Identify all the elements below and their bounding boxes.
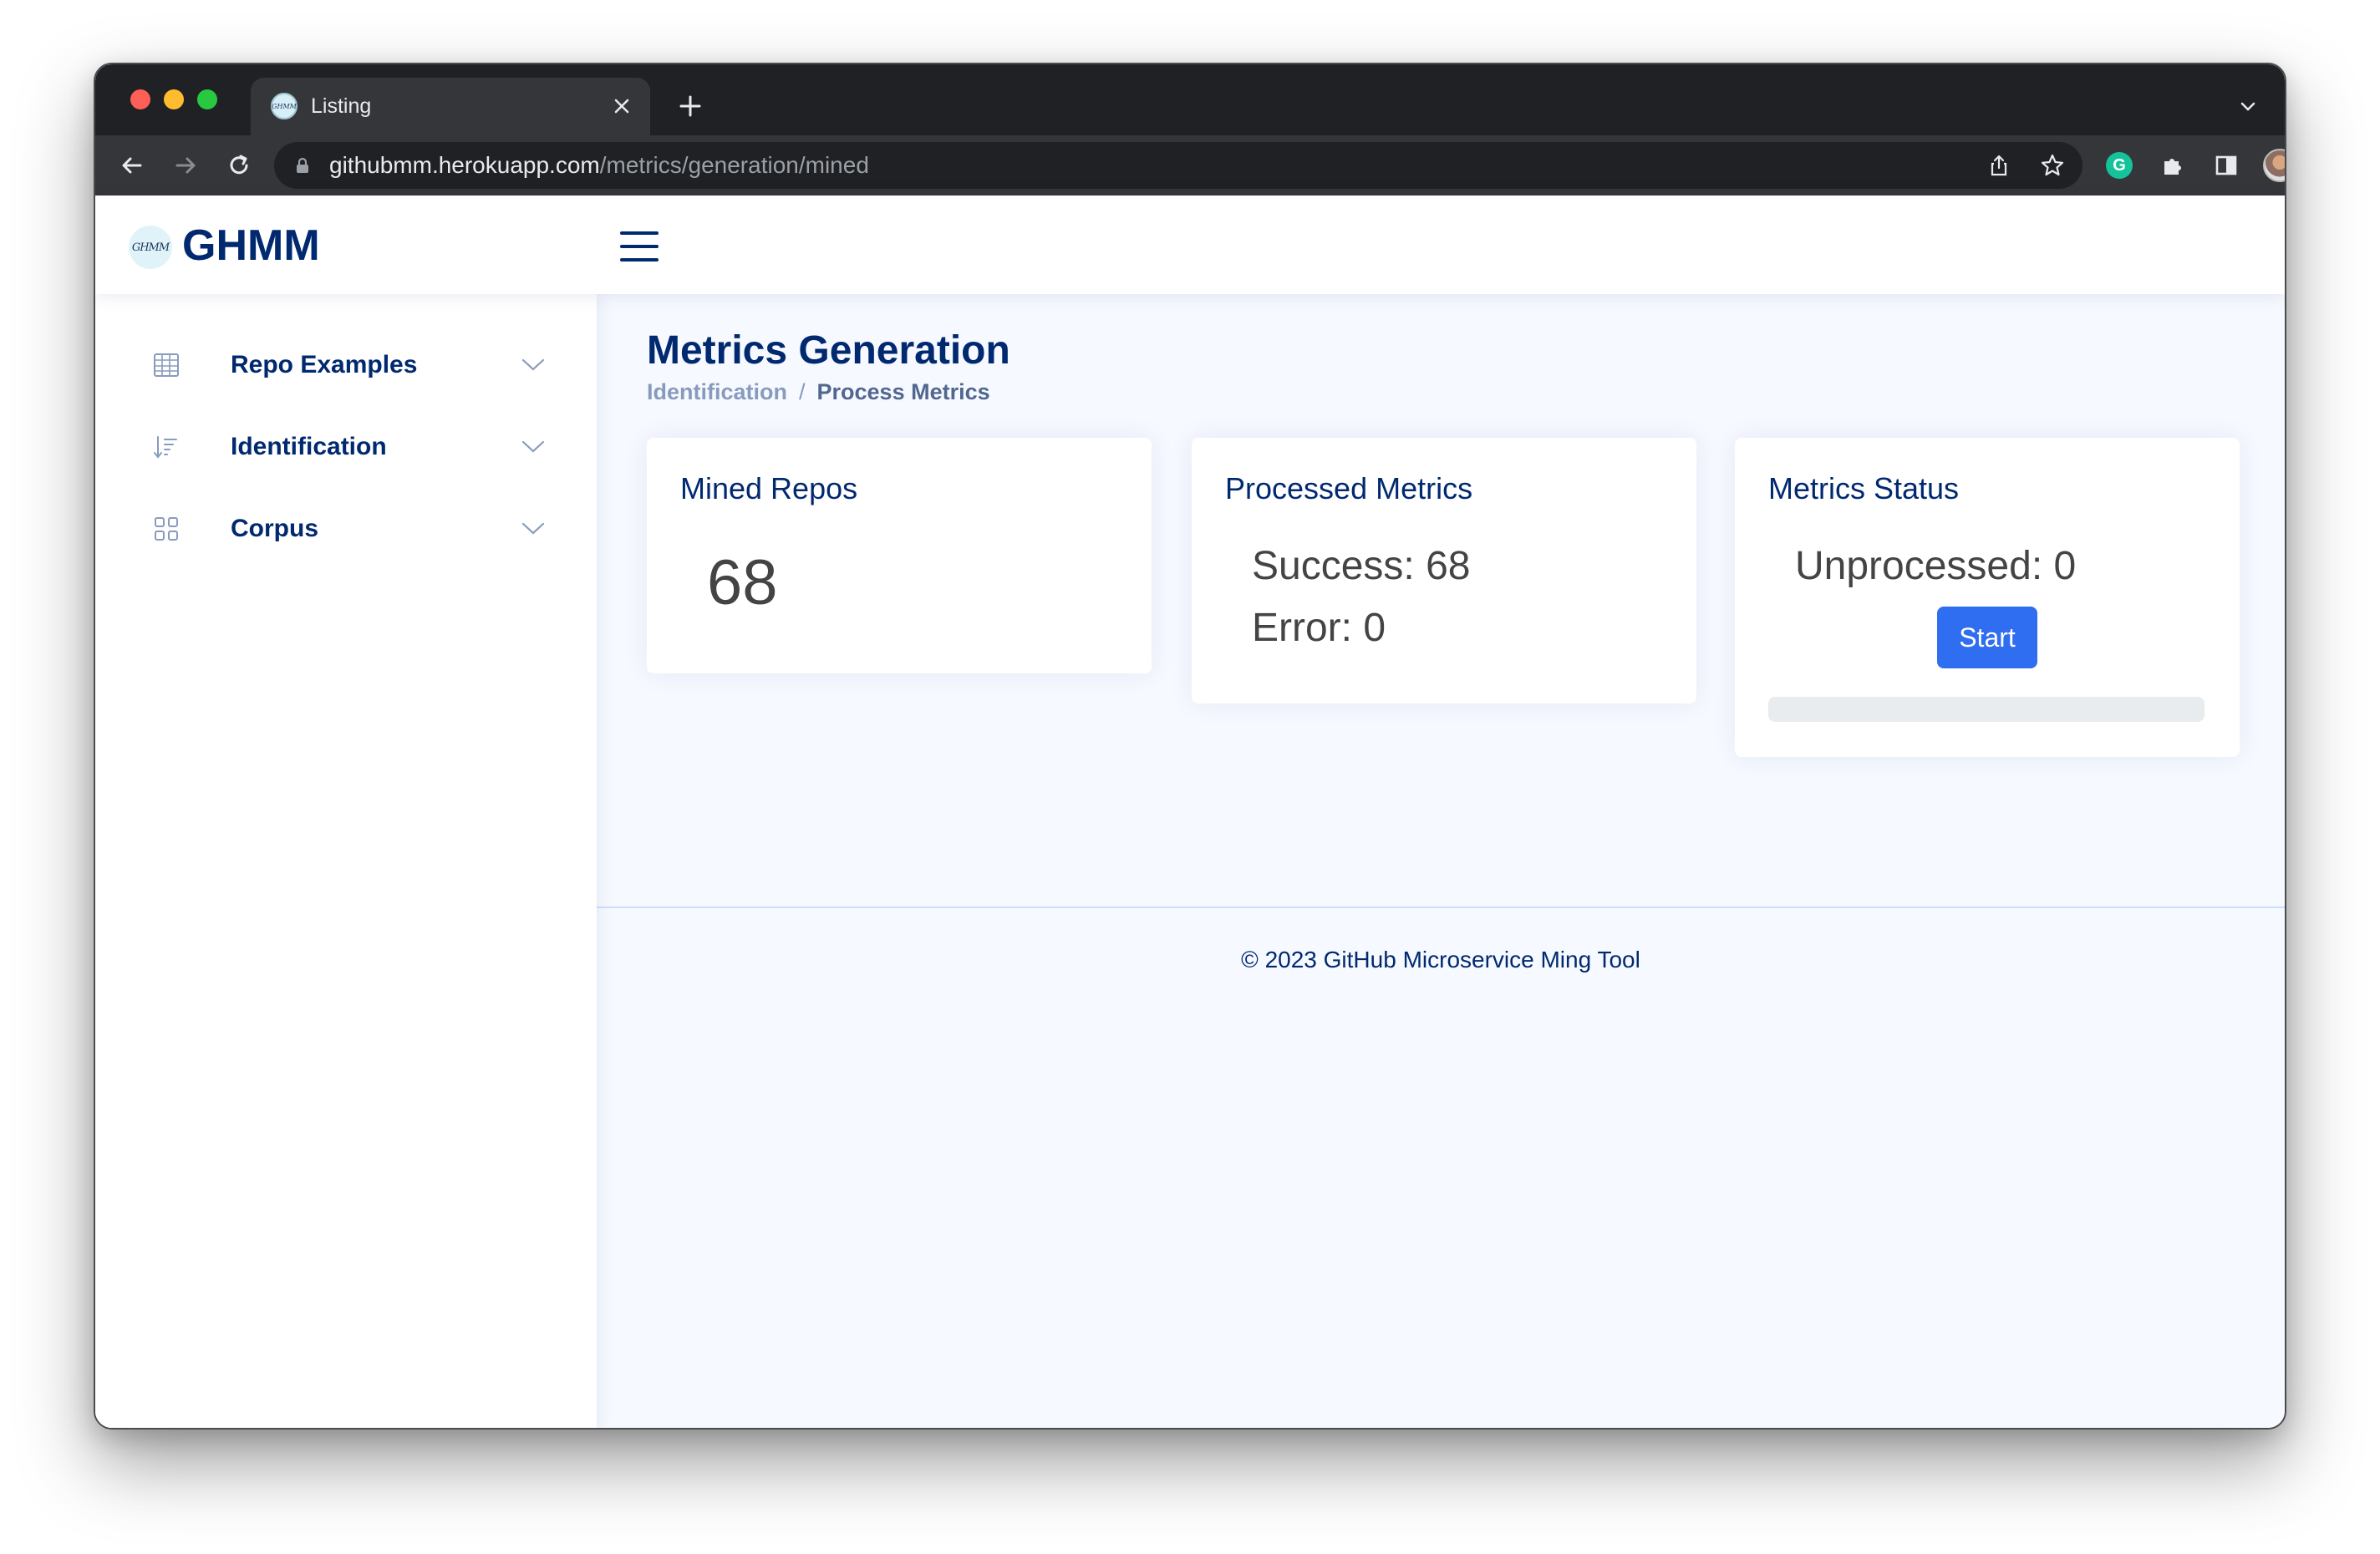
favicon-icon: GHMM — [271, 93, 298, 119]
sidebar-item-repo-examples[interactable]: Repo Examples — [129, 336, 563, 394]
address-bar[interactable]: githubmm.herokuapp.com/metrics/generatio… — [274, 142, 2082, 189]
card-title: Processed Metrics — [1225, 471, 1473, 505]
page-title: Metrics Generation — [647, 328, 1010, 373]
browser-toolbar: githubmm.herokuapp.com/metrics/generatio… — [95, 135, 2285, 196]
tab-strip: GHMM Listing — [95, 64, 2285, 135]
main-content: Metrics Generation Identification / Proces… — [597, 294, 2285, 1428]
start-button[interactable]: Start — [1937, 607, 2037, 668]
breadcrumb: Identification / Process Metrics — [647, 379, 990, 405]
chevron-down-icon — [520, 515, 547, 542]
copyright-text: © 2023 GitHub Microservice Ming Tool — [1241, 947, 1640, 973]
card-title: Metrics Status — [1768, 471, 1960, 505]
menu-toggle-icon[interactable] — [620, 227, 659, 266]
back-icon[interactable] — [114, 147, 150, 184]
bookmark-star-icon[interactable] — [2037, 150, 2067, 180]
side-panel-icon[interactable] — [2208, 147, 2245, 184]
forward-icon[interactable] — [167, 147, 204, 184]
new-tab-icon[interactable] — [674, 89, 707, 123]
sidebar-item-identification[interactable]: Identification — [129, 418, 563, 476]
card-title: Mined Repos — [680, 471, 858, 505]
maximize-window-button[interactable] — [197, 89, 217, 109]
sidebar-item-corpus[interactable]: Corpus — [129, 500, 563, 558]
mined-repos-card: Mined Repos 68 — [647, 438, 1152, 673]
app-header: GHMM GHMM — [95, 196, 2285, 294]
minimize-window-button[interactable] — [164, 89, 184, 109]
sidebar: Repo Examples Identification Corpus — [95, 294, 597, 1428]
sidebar-item-label: Repo Examples — [231, 351, 418, 378]
logo-text[interactable]: GHMM — [182, 221, 320, 271]
success-count: Success: 68 — [1252, 544, 1471, 588]
extensions-puzzle-icon[interactable] — [2154, 147, 2191, 184]
page-content: GHMM GHMM Repo Examples Identification C… — [95, 196, 2285, 1428]
breadcrumb-item-active: Process Metrics — [816, 379, 990, 404]
progress-bar — [1768, 697, 2205, 722]
sort-icon — [152, 433, 181, 461]
url-host: githubmm.herokuapp.com — [329, 152, 600, 178]
share-icon[interactable] — [1984, 150, 2014, 180]
tab-search-chevron-icon[interactable] — [2231, 89, 2265, 123]
metrics-status-card: Metrics Status Unprocessed: 0 Start — [1735, 438, 2240, 757]
breadcrumb-item-identification[interactable]: Identification — [647, 379, 787, 404]
url-path: /metrics/generation/mined — [599, 152, 869, 178]
close-tab-icon[interactable] — [607, 91, 637, 121]
chevron-down-icon — [520, 434, 547, 460]
chevron-down-icon — [520, 352, 547, 378]
reload-icon[interactable] — [221, 147, 257, 184]
breadcrumb-separator: / — [799, 379, 806, 404]
sidebar-item-label: Corpus — [231, 515, 318, 542]
footer: © 2023 GitHub Microservice Ming Tool — [597, 906, 2285, 1007]
processed-metrics-card: Processed Metrics Success: 68 Error: 0 — [1192, 438, 1696, 703]
profile-avatar[interactable] — [2261, 147, 2285, 184]
tab-title: Listing — [311, 94, 372, 118]
mined-repos-count: 68 — [707, 547, 778, 618]
close-window-button[interactable] — [130, 89, 150, 109]
error-count: Error: 0 — [1252, 606, 1386, 650]
sidebar-item-label: Identification — [231, 433, 387, 460]
grammarly-extension-icon[interactable]: G — [2101, 147, 2138, 184]
unprocessed-count: Unprocessed: 0 — [1795, 544, 2077, 588]
url-text[interactable]: githubmm.herokuapp.com/metrics/generatio… — [329, 152, 869, 179]
logo-image[interactable]: GHMM — [129, 226, 172, 269]
grid-icon — [152, 515, 181, 543]
browser-tab[interactable]: GHMM Listing — [251, 78, 650, 135]
browser-window: GHMM Listing githubmm.herokuapp.com/metr… — [94, 63, 2286, 1430]
lock-icon[interactable] — [292, 155, 313, 175]
table-icon — [152, 351, 181, 379]
